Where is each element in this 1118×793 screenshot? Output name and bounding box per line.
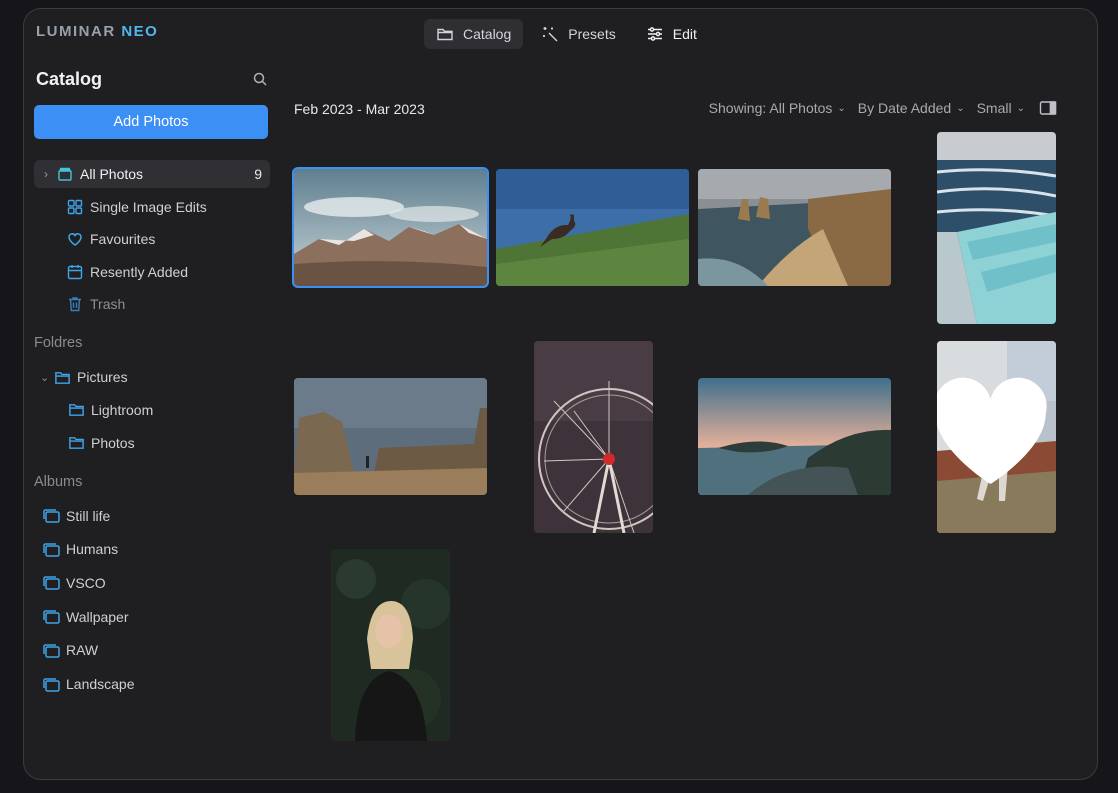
- albums-section-label: Albums: [34, 473, 83, 490]
- folder-icon: [69, 437, 84, 449]
- sidebar-item-label: Single Image Edits: [90, 198, 207, 215]
- tab-label: Edit: [672, 26, 697, 42]
- chevron-right-icon[interactable]: ›: [44, 167, 54, 181]
- add-photos-button[interactable]: Add Photos: [34, 105, 268, 139]
- photo-thumbnail-rock-beach[interactable]: [294, 378, 487, 495]
- album-item-raw[interactable]: RAW: [34, 636, 270, 664]
- albums-list: Still life Humans VSCO Wallpaper RAW Lan…: [34, 502, 270, 698]
- album-item-vsco[interactable]: VSCO: [34, 569, 270, 597]
- album-label: Humans: [66, 541, 119, 558]
- trash-icon: [69, 297, 81, 312]
- kangaroo-photo: [496, 169, 689, 286]
- photo-thumbnail-ocean-pool[interactable]: [937, 132, 1056, 324]
- photo-thumbnail-coastal-cliffs[interactable]: [698, 169, 891, 286]
- album-label: Still life: [66, 507, 111, 524]
- folder-icon: [55, 371, 70, 384]
- photo-thumbnail-ferris-wheel[interactable]: [534, 341, 653, 533]
- sidebar-item-label: Favourites: [90, 231, 156, 248]
- tab-presets[interactable]: Presets: [529, 19, 627, 49]
- gallery-toolbar: Showing: All Photos ⌄ By Date Added ⌄ Smal…: [709, 100, 1057, 116]
- album-icon: [43, 509, 60, 523]
- sidebar-title: Catalog: [36, 68, 103, 89]
- chevron-down-icon: ⌄: [956, 102, 965, 114]
- chevron-down-icon: ⌄: [1016, 102, 1025, 114]
- photo-thumbnail-kangaroo[interactable]: [496, 169, 689, 286]
- dropdown-label: Showing: All Photos: [708, 100, 833, 116]
- magic-wand-icon: [543, 27, 558, 42]
- logo-text: LUMINAR: [36, 23, 116, 40]
- album-item-humans[interactable]: Humans: [34, 535, 270, 563]
- folder-label: Photos: [91, 434, 135, 451]
- app-logo: LUMINAR NEO: [36, 23, 158, 40]
- cliffs-photo: [698, 169, 891, 286]
- ocean-pool-photo: [937, 132, 1056, 324]
- folder-item-photos[interactable]: Photos: [34, 429, 270, 457]
- app-window: LUMINAR NEO Catalog Presets Edit Catalog…: [23, 8, 1098, 780]
- catalog-nav: › All Photos 9 Single Image Edits Favour…: [34, 160, 270, 318]
- album-label: Wallpaper: [66, 608, 129, 625]
- sidebar-item-favourites[interactable]: Favourites: [34, 225, 270, 253]
- album-label: RAW: [66, 642, 99, 659]
- folders-list: ⌄ Pictures Lightroom Photos: [34, 363, 270, 456]
- sidebar-item-resently-added[interactable]: Resently Added: [34, 258, 270, 286]
- chevron-down-icon[interactable]: ⌄: [40, 371, 54, 384]
- album-icon: [43, 543, 60, 557]
- sort-dropdown[interactable]: By Date Added ⌄: [858, 100, 965, 116]
- side-panel-toggle-icon[interactable]: [1039, 100, 1057, 116]
- date-range-heading: Feb 2023 - Mar 2023: [294, 101, 425, 117]
- folder-icon: [69, 404, 84, 417]
- photo-thumbnail-mountains[interactable]: [292, 167, 489, 288]
- dropdown-label: Small: [976, 100, 1012, 116]
- all-photos-icon: [58, 167, 72, 181]
- sliders-icon: [647, 27, 662, 41]
- folder-item-lightroom[interactable]: Lightroom: [34, 396, 270, 424]
- calendar-icon: [67, 264, 83, 279]
- grid-icon: [67, 199, 83, 214]
- folder-label: Pictures: [77, 369, 128, 386]
- rock-beach-photo: [294, 378, 487, 495]
- thumbnail-size-dropdown[interactable]: Small ⌄: [977, 100, 1025, 116]
- favourite-heart-icon[interactable]: [937, 341, 1050, 529]
- heart-icon: [68, 233, 82, 247]
- photo-thumbnail-woman-by-wall[interactable]: [937, 341, 1056, 533]
- dropdown-label: By Date Added: [857, 100, 952, 116]
- sidebar: Catalog Add Photos › All Photos 9 Single…: [34, 65, 270, 704]
- album-item-landscape[interactable]: Landscape: [34, 670, 270, 698]
- sidebar-item-trash[interactable]: Trash: [34, 290, 270, 318]
- sidebar-header: Catalog: [34, 65, 270, 93]
- rocky-coast-photo: [698, 378, 891, 495]
- tab-label: Presets: [568, 26, 616, 42]
- ferris-wheel-photo: [534, 341, 653, 533]
- search-icon[interactable]: [252, 71, 268, 87]
- logo-accent-text: NEO: [121, 23, 159, 40]
- tab-label: Catalog: [463, 26, 512, 42]
- folders-section-label: Foldres: [34, 335, 83, 352]
- album-item-still-life[interactable]: Still life: [34, 502, 270, 530]
- tab-edit[interactable]: Edit: [634, 19, 709, 49]
- top-navigation: Catalog Presets Edit: [424, 19, 709, 49]
- album-icon: [43, 677, 60, 692]
- photo-thumbnail-rocky-coast[interactable]: [698, 378, 891, 495]
- photo-thumbnail-woman-portrait[interactable]: [331, 549, 450, 741]
- woman-portrait-photo: [331, 549, 450, 741]
- folder-item-pictures[interactable]: ⌄ Pictures: [34, 363, 270, 391]
- sidebar-item-label: Resently Added: [90, 263, 189, 280]
- sidebar-item-single-image-edits[interactable]: Single Image Edits: [34, 193, 270, 221]
- album-icon: [43, 610, 60, 624]
- album-label: Landscape: [66, 676, 135, 692]
- folder-label: Lightroom: [91, 401, 154, 418]
- sidebar-item-label: Trash: [90, 296, 126, 313]
- sidebar-item-all-photos[interactable]: › All Photos 9: [34, 160, 270, 188]
- album-item-wallpaper[interactable]: Wallpaper: [34, 603, 270, 631]
- chevron-down-icon: ⌄: [837, 102, 846, 114]
- album-icon: [43, 644, 60, 658]
- sidebar-item-label: All Photos: [80, 166, 144, 182]
- album-label: VSCO: [66, 574, 106, 591]
- tab-catalog[interactable]: Catalog: [424, 19, 524, 49]
- mountain-photo: [294, 169, 487, 286]
- photo-count-badge: 9: [254, 166, 262, 182]
- album-icon: [43, 576, 60, 591]
- folder-icon: [437, 28, 453, 41]
- showing-filter-dropdown[interactable]: Showing: All Photos ⌄: [709, 100, 846, 116]
